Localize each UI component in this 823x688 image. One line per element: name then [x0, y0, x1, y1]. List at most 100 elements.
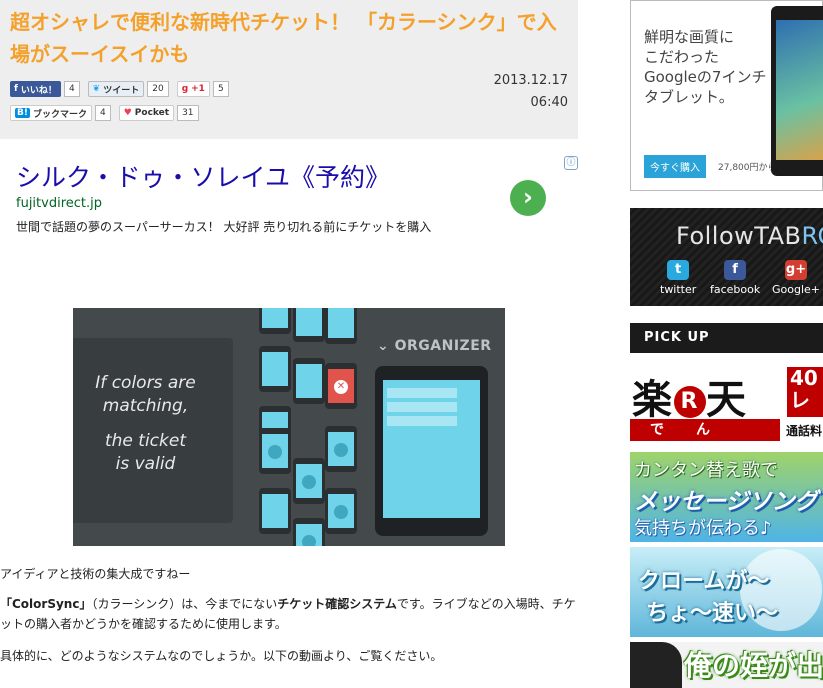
follow-facebook-link[interactable]: f facebook — [710, 260, 760, 296]
article-datetime: 2013.12.17 06:40 — [494, 70, 568, 114]
manga-title: 俺の姪が出 — [684, 649, 823, 682]
hero-caption: If colors are matching, the ticket is va… — [73, 372, 218, 476]
buy-now-button[interactable]: 今すぐ購入 — [644, 155, 706, 178]
google-plus-count: 5 — [212, 81, 229, 97]
share-row-1: f いいね！ 4 ❦ ツイート 20 g +1 5 — [10, 81, 229, 97]
phone-icon — [259, 488, 291, 534]
rakuten-denwa-banner[interactable]: 楽R天 40 レ でんわ 通話料 — [630, 367, 823, 442]
tablet-promo-ad[interactable]: 鮮明な画質に こだわった Googleの7インチ タブレット。 今すぐ購入 27… — [630, 0, 823, 191]
phone-icon — [259, 346, 291, 392]
share-row-2: B! ブックマーク 4 ♥ Pocket 31 — [10, 105, 199, 121]
paragraph-2-strong-a: 「ColorSync」 — [0, 597, 92, 611]
follow-title-b: TAB — [754, 222, 802, 250]
promo-price: 27,800円から — [718, 163, 777, 173]
facebook-like-button[interactable]: f いいね！ — [10, 81, 61, 97]
pocket-icon: ♥ — [123, 108, 132, 118]
chrome-line1: クロームが〜 — [638, 569, 770, 594]
twitter-bird-icon: ❦ — [92, 84, 101, 94]
phone-icon — [293, 308, 325, 342]
organizer-label: ⌄ ORGANIZER — [377, 338, 492, 354]
manga-banner[interactable]: 俺の姪が出 — [630, 642, 823, 688]
facebook-icon: f — [14, 84, 18, 94]
sidebar: 鮮明な画質に こだわった Googleの7インチ タブレット。 今すぐ購入 27… — [630, 0, 823, 688]
main-content: 超オシャレで便利な新時代チケット！ 「カラーシンク」で入場がスーイスイかも 20… — [0, 0, 578, 688]
ad-arrow-button[interactable]: › — [510, 180, 546, 216]
hero-caption-line4: is valid — [115, 454, 176, 474]
follow-title-a: Follow — [676, 222, 755, 250]
google-plus-label: +1 — [191, 84, 205, 94]
tablet-icon — [375, 366, 488, 536]
article-title: 超オシャレで便利な新時代チケット！ 「カラーシンク」で入場がスーイスイかも — [10, 10, 557, 66]
facebook-like-count: 4 — [63, 81, 80, 97]
google-plus-one-button[interactable]: g +1 — [176, 81, 210, 97]
article-date: 2013.12.17 — [493, 73, 568, 88]
pocket-count: 31 — [177, 105, 199, 121]
hero-caption-line1: If colors are — [95, 373, 196, 393]
follow-googleplus-label: Google+ — [772, 283, 821, 296]
phone-reject-icon: ✕ — [325, 363, 357, 409]
paragraph-2-text-b: （カラーシンク）は、今までにない — [91, 597, 278, 611]
ad-description: 世間で話題の夢のスーパーサーカス！ 大好評 売り切れる前にチケットを購入 — [16, 220, 432, 234]
hatena-label: ブックマーク — [32, 109, 87, 120]
ad-title-link[interactable]: シルク・ドゥ・ソレイユ《予約》 — [16, 158, 390, 194]
hero-caption-line2: matching, — [102, 396, 189, 416]
follow-banner: FollowTABRC t twitter f facebook g+ Goog… — [630, 208, 823, 306]
paragraph-2-strong-c: チケット確認システム — [277, 597, 397, 611]
rakuten-denwa-bar: でんわ — [630, 419, 780, 441]
facebook-icon: f — [724, 260, 747, 280]
manga-character-image — [630, 642, 682, 688]
ad-info-icon[interactable]: ⓘ — [564, 156, 578, 170]
phone-icon — [325, 308, 357, 344]
tweet-count: 20 — [147, 81, 169, 97]
phone-icon — [293, 358, 325, 404]
promo-text-line3: Googleの7インチ — [644, 68, 767, 86]
rakuten-r-icon: R — [674, 386, 706, 418]
follow-twitter-link[interactable]: t twitter — [660, 260, 696, 296]
phone-check-icon — [325, 488, 357, 534]
article-hero-image: If colors are matching, the ticket is va… — [73, 308, 505, 546]
paragraph-2: 「ColorSync」（カラーシンク）は、今までにないチケット確認システムです。… — [0, 594, 578, 634]
text-ad[interactable]: シルク・ドゥ・ソレイユ《予約》 fujitvdirect.jp 世間で話題の夢の… — [0, 140, 578, 250]
message-song-banner[interactable]: カンタン替え歌で メッセージソング 気持ちが伝わる♪ — [630, 452, 823, 542]
promo-text-line2: こだわった — [644, 48, 720, 66]
pocket-button[interactable]: ♥ Pocket — [118, 105, 175, 121]
facebook-like-label: いいね！ — [20, 85, 57, 96]
follow-title: FollowTABRC — [676, 222, 823, 250]
hatena-bookmark-button[interactable]: B! ブックマーク — [10, 105, 92, 121]
follow-googleplus-link[interactable]: g+ Google+ — [772, 260, 820, 296]
paragraph-1: アイディアと技術の集大成ですねー — [0, 567, 191, 581]
tablet-device-image — [771, 6, 823, 176]
phone-icon — [259, 308, 291, 334]
hero-caption-line3: the ticket — [104, 431, 186, 451]
chrome-line2: ちょ〜速い〜 — [646, 601, 779, 626]
paragraph-3: 具体的に、どのようなシステムなのでしょうか。以下の動画より、ご覧ください。 — [0, 649, 443, 663]
tweet-button[interactable]: ❦ ツイート — [87, 81, 145, 97]
phone-check-icon — [259, 428, 291, 474]
follow-facebook-label: facebook — [710, 283, 761, 296]
article-header: 超オシャレで便利な新時代チケット！ 「カラーシンク」で入場がスーイスイかも 20… — [0, 0, 578, 139]
rakuten-logo-b: 天 — [706, 377, 748, 423]
phone-check-icon — [293, 458, 325, 504]
tweet-label: ツイート — [103, 85, 140, 96]
article-time: 06:40 — [530, 95, 568, 110]
promo-text-line4: タブレット。 — [644, 88, 734, 106]
chrome-speed-banner[interactable]: クロームが〜 ちょ〜速い〜 — [630, 547, 823, 637]
rakuten-logo-a: 楽 — [632, 377, 674, 423]
pickup-heading: PICK UP — [630, 323, 823, 353]
phone-check-icon — [325, 426, 357, 472]
promo-text: 鮮明な画質に こだわった Googleの7インチ タブレット。 — [644, 27, 766, 107]
ad-url[interactable]: fujitvdirect.jp — [16, 196, 102, 211]
message-song-line3: 気持ちが伝わる♪ — [634, 518, 772, 539]
hatena-icon: B! — [15, 108, 30, 118]
promo-text-line1: 鮮明な画質に — [644, 28, 735, 46]
pocket-label: Pocket — [134, 108, 170, 118]
google-plus-icon: g — [181, 84, 189, 94]
follow-twitter-label: twitter — [660, 283, 697, 296]
message-song-line1: カンタン替え歌で — [634, 460, 778, 481]
rakuten-logo: 楽R天 — [632, 367, 748, 425]
hatena-count: 4 — [94, 105, 111, 121]
google-plus-icon: g+ — [785, 260, 807, 280]
follow-title-c: RC — [801, 222, 823, 250]
message-song-line2: メッセージソング — [634, 489, 818, 515]
rakuten-side-text: 40 レ — [787, 367, 823, 417]
